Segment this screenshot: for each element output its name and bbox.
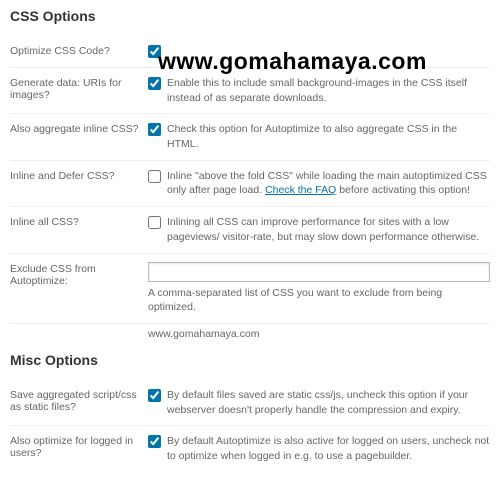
checkbox-inline-defer[interactable]: [148, 170, 161, 183]
checkbox-logged-in[interactable]: [148, 435, 161, 448]
checkbox-data-uris[interactable]: [148, 77, 161, 90]
desc-data-uris: Enable this to include small background-…: [167, 76, 490, 105]
desc-logged-in: By default Autoptimize is also active fo…: [167, 434, 490, 463]
desc-save-static: By default files saved are static css/js…: [167, 388, 490, 417]
row-aggregate-inline: Also aggregate inline CSS? Check this op…: [10, 114, 490, 160]
row-optimize-css: Optimize CSS Code?: [10, 36, 490, 68]
label-inline-defer: Inline and Defer CSS?: [10, 169, 148, 182]
label-logged-in: Also optimize for logged in users?: [10, 434, 148, 459]
link-check-faq[interactable]: Check the FAQ: [265, 184, 336, 196]
css-options-heading: CSS Options: [10, 8, 490, 24]
label-data-uris: Generate data: URIs for images?: [10, 76, 148, 101]
row-data-uris: Generate data: URIs for images? Enable t…: [10, 68, 490, 114]
label-aggregate-inline: Also aggregate inline CSS?: [10, 122, 148, 135]
desc-aggregate-inline: Check this option for Autoptimize to als…: [167, 122, 490, 151]
row-logged-in: Also optimize for logged in users? By de…: [10, 426, 490, 471]
row-inline-all: Inline all CSS? Inlining all CSS can imp…: [10, 207, 490, 253]
row-exclude-css: Exclude CSS from Autoptimize: A comma-se…: [10, 254, 490, 324]
label-inline-all: Inline all CSS?: [10, 215, 148, 228]
checkbox-optimize-css[interactable]: [148, 45, 161, 58]
desc-inline-defer: Inline "above the fold CSS" while loadin…: [167, 169, 490, 198]
row-save-static: Save aggregated script/css as static fil…: [10, 380, 490, 426]
checkbox-inline-all[interactable]: [148, 216, 161, 229]
input-exclude-css[interactable]: [148, 262, 490, 282]
label-optimize-css: Optimize CSS Code?: [10, 44, 148, 57]
desc-inline-all: Inlining all CSS can improve performance…: [167, 215, 490, 244]
row-inline-defer: Inline and Defer CSS? Inline "above the …: [10, 161, 490, 207]
watermark-small: www.gomahamaya.com: [148, 324, 490, 342]
misc-options-heading: Misc Options: [10, 352, 490, 368]
desc-exclude-css: A comma-separated list of CSS you want t…: [148, 286, 490, 315]
checkbox-save-static[interactable]: [148, 389, 161, 402]
label-save-static: Save aggregated script/css as static fil…: [10, 388, 148, 413]
label-exclude-css: Exclude CSS from Autoptimize:: [10, 262, 148, 287]
checkbox-aggregate-inline[interactable]: [148, 123, 161, 136]
